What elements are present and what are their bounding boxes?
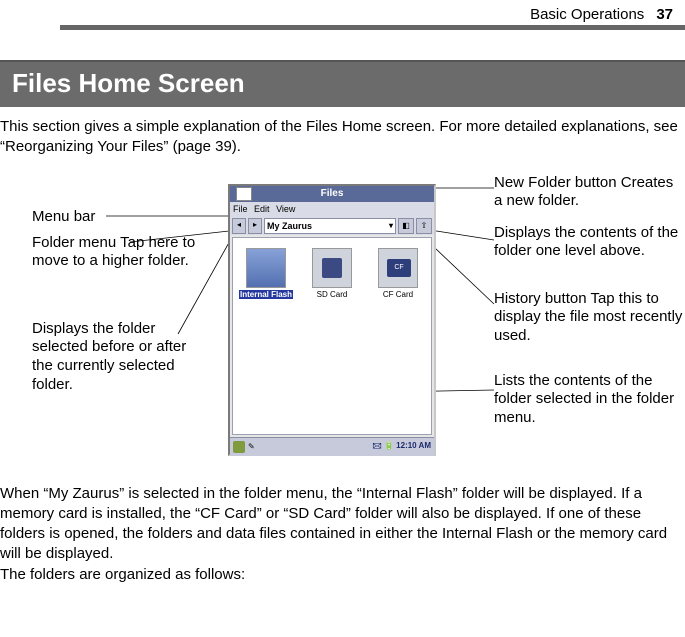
callout-contents: Lists the contents of the folder selecte… (494, 372, 679, 428)
taskbar: ✎ 🖂 🔋 12:10 AM (230, 437, 434, 456)
callout-menubar: Menu bar (32, 208, 95, 227)
path-toolbar: ◂ ▸ My Zaurus ◧ ⇧ (230, 217, 434, 235)
taskbar-clock: 12:10 AM (396, 441, 431, 450)
page-header: Basic Operations 37 (0, 0, 685, 25)
annotated-screenshot: Menu bar Folder menu Tap here to move to… (0, 172, 685, 472)
folder-label: Internal Flash (239, 290, 293, 299)
history-button[interactable]: ◧ (398, 218, 414, 234)
header-section: Basic Operations (530, 6, 644, 23)
home-icon[interactable] (233, 441, 245, 453)
header-page-number: 37 (656, 6, 673, 23)
folder-cf-card[interactable]: CF CF Card (371, 248, 425, 299)
header-ruler (60, 25, 685, 30)
intro-paragraph: This section gives a simple explanation … (0, 117, 685, 158)
callout-up-level-label: Displays the contents of the folder one … (494, 224, 678, 260)
folder-internal-flash[interactable]: Internal Flash (239, 248, 293, 299)
callout-newfolder-head: New Folder button (494, 174, 617, 191)
body-paragraph-2: The folders are organized as follows: (0, 565, 685, 585)
folder-label: CF Card (383, 290, 413, 299)
folder-contents-area: Internal Flash SD Card CF CF Card (232, 237, 432, 435)
menu-view[interactable]: View (276, 204, 295, 214)
chip-icon (246, 248, 286, 288)
menu-edit[interactable]: Edit (254, 204, 270, 214)
new-folder-button[interactable] (236, 187, 252, 201)
nav-back-button[interactable]: ◂ (232, 218, 246, 234)
callout-contents-label: Lists the contents of the folder selecte… (494, 372, 674, 427)
sd-icon (312, 248, 352, 288)
callout-prevnext: Displays the folder selected before or a… (32, 320, 207, 395)
status-icon: 🖂 🔋 (372, 441, 396, 450)
callout-newfolder: New Folder button Creates a new folder. (494, 174, 679, 212)
files-app-screenshot: Files File Edit View ◂ ▸ My Zaurus ◧ ⇧ I… (228, 184, 436, 456)
callout-up-level: Displays the contents of the folder one … (494, 224, 679, 262)
body-paragraph-1: When “My Zaurus” is selected in the fold… (0, 484, 685, 565)
folder-sd-card[interactable]: SD Card (305, 248, 359, 299)
app-titlebar: Files (230, 186, 434, 202)
callout-menubar-label: Menu bar (32, 208, 95, 225)
app-title: Files (321, 188, 344, 199)
menu-file[interactable]: File (233, 204, 248, 214)
cf-icon: CF (378, 248, 418, 288)
callout-folder-menu: Folder menu Tap here to move to a higher… (32, 234, 202, 272)
callout-history: History button Tap this to display the f… (494, 290, 684, 346)
nav-forward-button[interactable]: ▸ (248, 218, 262, 234)
folder-label: SD Card (317, 290, 348, 299)
task-indicator-icon: ✎ (248, 442, 255, 451)
up-one-level-button[interactable]: ⇧ (416, 218, 432, 234)
app-menubar[interactable]: File Edit View (230, 202, 434, 217)
page-title: Files Home Screen (0, 60, 685, 107)
callout-prevnext-label: Displays the folder selected before or a… (32, 320, 186, 393)
folder-dropdown[interactable]: My Zaurus (264, 218, 396, 234)
callout-folder-menu-head: Folder menu (32, 234, 116, 251)
callout-history-head: History button (494, 290, 587, 307)
